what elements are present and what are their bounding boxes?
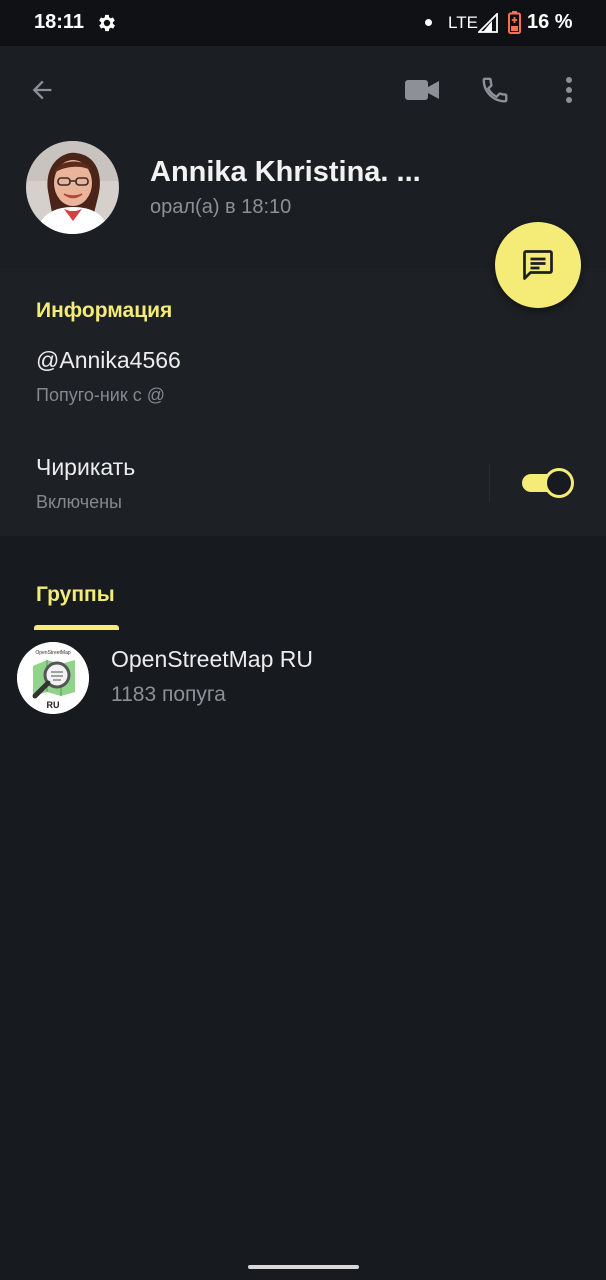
status-bar: 18:11 LTE 16 %: [0, 0, 606, 46]
video-camera-icon: [405, 80, 439, 100]
tab-groups[interactable]: Группы: [36, 583, 115, 607]
battery-icon: [508, 11, 521, 34]
group-avatar: RU OpenStreetMap: [17, 642, 89, 714]
username[interactable]: @Annika4566: [36, 347, 181, 374]
notifications-label[interactable]: Чирикать: [36, 454, 135, 481]
divider: [489, 464, 490, 502]
settings-gear-icon: [99, 14, 115, 32]
notifications-state: Включены: [36, 492, 122, 512]
info-section-title: Информация: [36, 299, 173, 322]
group-list-item[interactable]: RU OpenStreetMap OpenStreetMap RU 1183 п…: [0, 632, 606, 728]
toggle-knob: [544, 468, 574, 498]
more-options-button[interactable]: [550, 68, 588, 112]
message-icon: [523, 250, 553, 280]
status-time: 18:11: [34, 11, 85, 33]
phone-icon: [482, 77, 508, 103]
last-seen-status: орал(а) в 18:10: [150, 196, 292, 218]
video-call-button[interactable]: [398, 68, 446, 112]
arrow-left-icon: [32, 80, 52, 100]
notification-dot-icon: [425, 19, 432, 26]
voice-call-button[interactable]: [472, 68, 518, 112]
group-avatar-ring-text: OpenStreetMap: [35, 650, 71, 656]
home-indicator[interactable]: [248, 1265, 359, 1269]
signal-icon: [478, 13, 498, 33]
groups-section: Группы RU OpenStreetMap OpenStreetMap RU…: [0, 536, 606, 1280]
battery-percent: 16 %: [527, 11, 573, 33]
group-avatar-text: RU: [47, 700, 60, 710]
send-message-button[interactable]: [495, 222, 581, 308]
info-section: Информация @Annika4566 Попуго-ник с @ Чи…: [0, 268, 606, 536]
back-button[interactable]: [20, 68, 64, 112]
username-caption: Попуго-ник с @: [36, 385, 166, 405]
group-member-count: 1183 попуга: [111, 683, 226, 706]
openstreetmap-logo-icon: RU OpenStreetMap: [17, 642, 89, 714]
profile-avatar[interactable]: [26, 141, 119, 234]
tab-indicator: [34, 625, 119, 630]
profile-name: Annika Khristina. ...: [150, 156, 421, 188]
more-vertical-icon: [566, 77, 572, 103]
network-type: LTE: [448, 13, 478, 32]
notifications-toggle[interactable]: [520, 468, 574, 498]
profile-photo-icon: [26, 141, 119, 234]
group-name: OpenStreetMap RU: [111, 646, 313, 672]
